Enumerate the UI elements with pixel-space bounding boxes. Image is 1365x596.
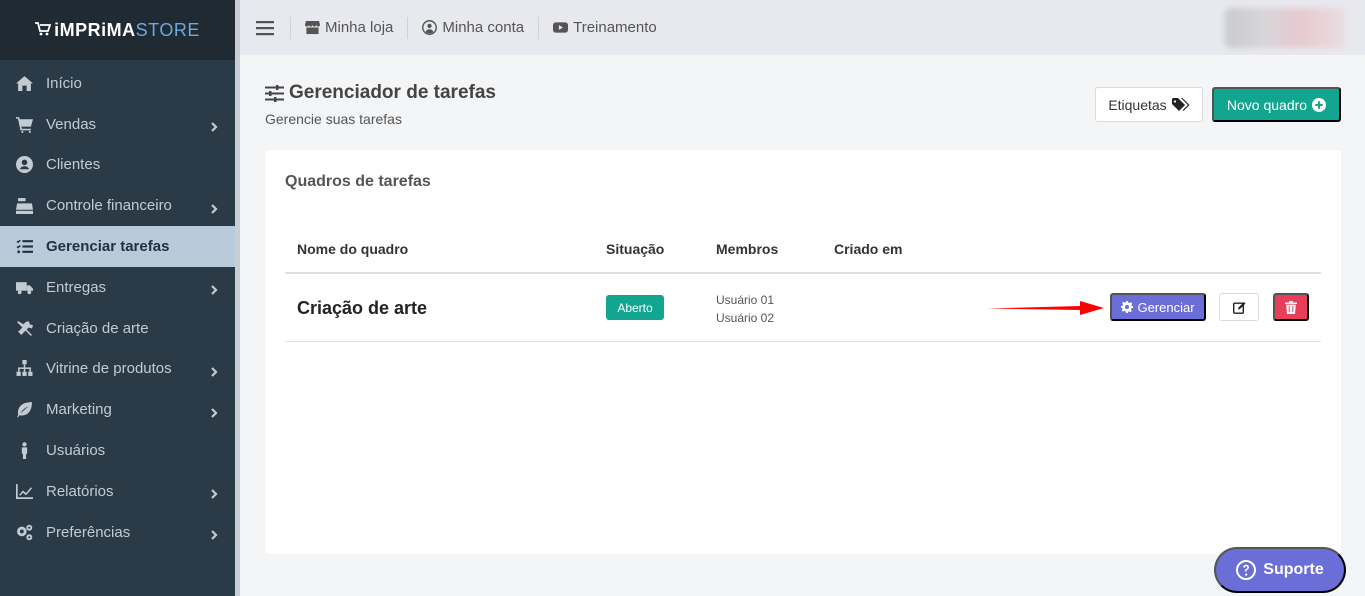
- members-list: Usuário 01 Usuário 02: [716, 291, 774, 327]
- sidebar-item-inicio[interactable]: Início: [0, 63, 235, 104]
- chart-line-icon: [15, 482, 33, 500]
- topbar-link-minha-loja[interactable]: Minha loja: [290, 16, 407, 39]
- gerenciar-button-label: Gerenciar: [1137, 299, 1195, 315]
- column-header: Situação: [606, 241, 665, 257]
- red-arrow-annotation: [987, 301, 1104, 315]
- etiquetas-button[interactable]: Etiquetas: [1095, 87, 1203, 122]
- status-badge: Aberto: [606, 295, 664, 320]
- gear-icon: [1121, 301, 1134, 313]
- chevron-right-icon: [209, 486, 219, 500]
- gerenciar-button[interactable]: Gerenciar: [1110, 293, 1206, 321]
- column-header: Criado em: [834, 241, 903, 257]
- sidebar-item-marketing[interactable]: Marketing: [0, 389, 235, 430]
- menu-toggle-button[interactable]: [240, 20, 290, 36]
- logo-cart-icon: [35, 20, 52, 41]
- topbar-link-minha-conta[interactable]: Minha conta: [407, 16, 538, 39]
- edit-button[interactable]: [1219, 293, 1259, 321]
- edit-icon: [1232, 301, 1245, 314]
- suporte-button[interactable]: Suporte: [1214, 547, 1346, 593]
- user-avatar[interactable]: [1225, 8, 1345, 48]
- page-title: Gerenciador de tarefas: [265, 82, 496, 104]
- sliders-icon: [265, 84, 284, 102]
- trash-icon: [1285, 300, 1297, 314]
- topbar-link-treinamento[interactable]: Treinamento: [538, 16, 671, 39]
- sidebar-item-vendas[interactable]: Vendas: [0, 104, 235, 145]
- youtube-icon: [553, 22, 569, 33]
- home-icon: [15, 74, 33, 92]
- sidebar-item-label: Início: [46, 74, 82, 92]
- chevron-right-icon: [209, 364, 219, 377]
- account-circle-icon: [422, 20, 438, 35]
- sidebar-item-clientes[interactable]: Clientes: [0, 145, 235, 186]
- member-name: Usuário 02: [716, 311, 775, 325]
- column-header: Membros: [716, 241, 779, 257]
- sidebar-item-label: Marketing: [46, 401, 112, 419]
- topbar: Minha loja Minha conta Treinamento: [240, 0, 1365, 55]
- brand-name-part2: STORE: [135, 19, 200, 40]
- sidebar: iMPRiMA STORE Início Vendas Clientes Cont…: [0, 0, 240, 596]
- boards-card: Quadros de tarefas Nome do quadro Situaç…: [265, 150, 1341, 554]
- delete-button[interactable]: [1273, 293, 1309, 321]
- sidebar-item-label: Clientes: [46, 156, 101, 174]
- sidebar-item-label: Vitrine de produtos: [46, 360, 172, 378]
- table-header: Nome do quadro Situação Membros Criado e…: [285, 228, 1321, 274]
- page-subtitle: Gerencie suas tarefas: [265, 111, 402, 127]
- sidebar-item-entregas[interactable]: Entregas: [0, 267, 235, 308]
- sidebar-item-gerenciar-tarefas[interactable]: Gerenciar tarefas: [0, 226, 235, 267]
- cart-icon: [15, 115, 33, 133]
- card-title: Quadros de tarefas: [285, 173, 431, 190]
- suporte-button-label: Suporte: [1263, 561, 1324, 578]
- sidebar-item-controle-financeiro[interactable]: Controle financeiro: [0, 185, 235, 226]
- store-icon: [305, 20, 320, 35]
- sidebar-item-label: Entregas: [46, 278, 107, 296]
- topbar-link-label: Treinamento: [573, 19, 657, 36]
- sidebar-item-label: Preferências: [46, 523, 131, 541]
- chevron-right-icon: [209, 282, 219, 296]
- plus-circle-icon: [1312, 97, 1327, 112]
- chevron-right-icon: [209, 201, 219, 214]
- sidebar-item-label: Vendas: [46, 115, 97, 133]
- cogs-icon: [15, 523, 33, 541]
- sidebar-item-preferencias[interactable]: Preferências: [0, 512, 235, 553]
- chevron-right-icon: [209, 119, 219, 132]
- sidebar-item-label: Gerenciar tarefas: [46, 238, 170, 256]
- sidebar-item-label: Relatórios: [46, 482, 114, 500]
- column-header: Nome do quadro: [297, 241, 409, 257]
- leaf-icon: [15, 401, 33, 419]
- table-row: Criação de arte Aberto Usuário 01 Usuári…: [285, 274, 1321, 342]
- sidebar-item-relatorios[interactable]: Relatórios: [0, 471, 235, 512]
- board-name: Criação de arte: [297, 298, 428, 318]
- page-title-text: Gerenciador de tarefas: [289, 82, 496, 103]
- sidebar-nav: Início Vendas Clientes Controle financei…: [0, 63, 235, 553]
- main-content: Gerenciador de tarefas Gerencie suas tar…: [240, 55, 1365, 596]
- sidebar-item-label: Controle financeiro: [46, 197, 172, 215]
- tasks-icon: [15, 238, 33, 256]
- topbar-link-label: Minha loja: [325, 19, 394, 36]
- question-circle-icon: [1236, 560, 1257, 580]
- sidebar-item-vitrine-de-produtos[interactable]: Vitrine de produtos: [0, 349, 235, 390]
- sidebar-item-label: Criação de arte: [46, 319, 149, 337]
- tags-icon: [1171, 97, 1190, 111]
- person-icon: [15, 442, 33, 460]
- sitemap-icon: [15, 360, 33, 378]
- hamburger-icon: [256, 20, 274, 35]
- novo-quadro-button-label: Novo quadro: [1226, 96, 1308, 113]
- sidebar-item-label: Usuários: [46, 442, 106, 460]
- truck-icon: [15, 278, 33, 296]
- topbar-link-label: Minha conta: [442, 19, 525, 36]
- novo-quadro-button[interactable]: Novo quadro: [1212, 87, 1341, 122]
- user-circle-icon: [15, 156, 33, 174]
- member-name: Usuário 01: [716, 293, 775, 307]
- brand-logo[interactable]: iMPRiMA STORE: [0, 0, 235, 60]
- chevron-right-icon: [209, 405, 219, 418]
- sidebar-item-usuarios[interactable]: Usuários: [0, 430, 235, 471]
- etiquetas-button-label: Etiquetas: [1108, 96, 1167, 113]
- chevron-right-icon: [209, 527, 219, 540]
- brand-name-part1: iMPRiMA: [54, 19, 136, 40]
- cash-register-icon: [15, 197, 33, 215]
- sidebar-item-criacao-de-arte[interactable]: Criação de arte: [0, 308, 235, 349]
- tools-icon: [15, 319, 33, 337]
